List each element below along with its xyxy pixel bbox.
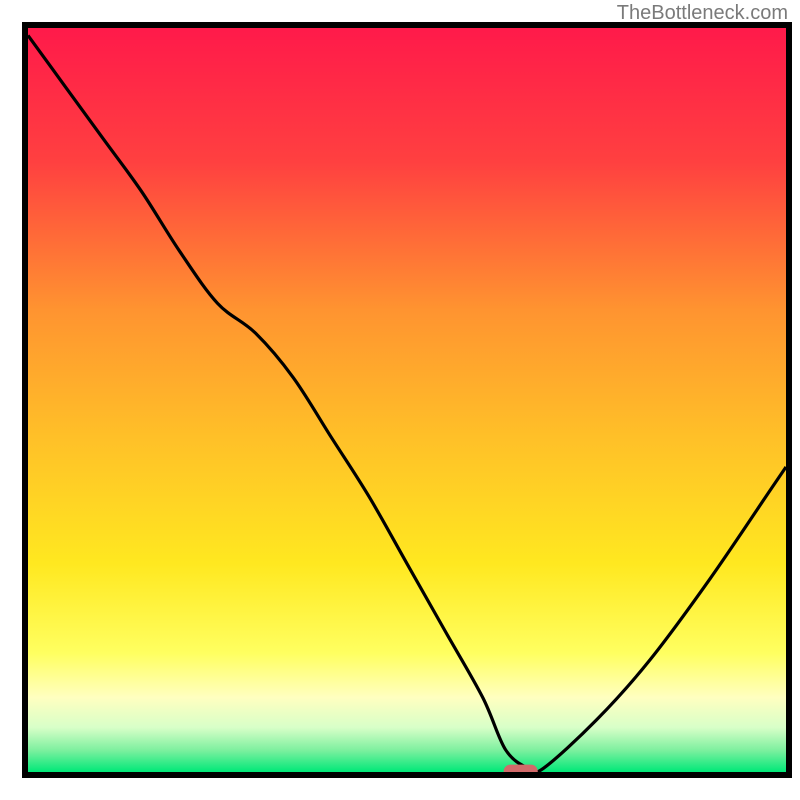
bottleneck-chart [0, 0, 800, 800]
chart-container: TheBottleneck.com [0, 0, 800, 800]
watermark-text: TheBottleneck.com [617, 2, 788, 25]
gradient-background [28, 28, 786, 772]
